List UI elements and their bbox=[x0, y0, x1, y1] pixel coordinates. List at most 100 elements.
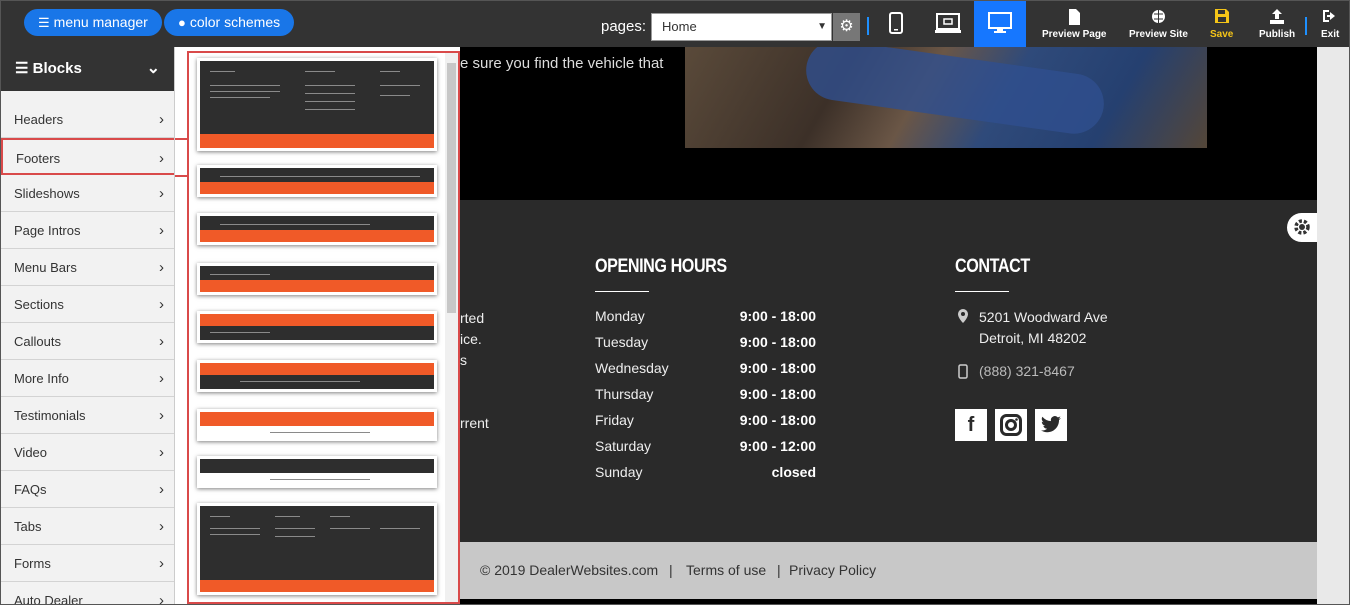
phone-number[interactable]: (888) 321-8467 bbox=[979, 363, 1075, 379]
sidebar-item-menu-bars[interactable]: Menu Bars › bbox=[1, 249, 174, 286]
top-toolbar: ☰ menu manager ● color schemes pages: Home… bbox=[1, 1, 1349, 47]
chevron-right-icon: › bbox=[159, 444, 164, 461]
footer-thumbnail-4[interactable] bbox=[197, 263, 437, 295]
tablet-icon bbox=[935, 13, 961, 33]
opening-hours-title: OPENING HOURS bbox=[595, 256, 727, 277]
twitter-icon[interactable] bbox=[1035, 409, 1067, 441]
blocks-sidebar: ☰ Blocks ⌄ Headers › Footers › Slideshows › Pa… bbox=[1, 47, 175, 605]
sidebar-item-headers[interactable]: Headers › bbox=[1, 101, 174, 138]
tablet-view-button[interactable] bbox=[922, 1, 974, 47]
about-text-fragment: s bbox=[460, 352, 467, 368]
dropdown-arrow-icon: ▼ bbox=[817, 21, 827, 32]
sidebar-item-label: Video bbox=[14, 445, 48, 460]
footer-thumbnails-panel bbox=[187, 51, 460, 604]
sidebar-item-callouts[interactable]: Callouts › bbox=[1, 323, 174, 360]
block-settings-gear-icon[interactable] bbox=[1287, 213, 1317, 242]
chevron-right-icon: › bbox=[159, 407, 164, 424]
sidebar-item-slideshows[interactable]: Slideshows › bbox=[1, 175, 174, 212]
blocks-header[interactable]: ☰ Blocks ⌄ bbox=[1, 47, 174, 91]
sidebar-item-more-info[interactable]: More Info › bbox=[1, 360, 174, 397]
page-settings-gear-icon[interactable]: ⚙ bbox=[833, 13, 860, 41]
desktop-view-button[interactable] bbox=[974, 1, 1026, 47]
hours-day: Monday bbox=[595, 308, 645, 324]
sidebar-item-label: Callouts bbox=[14, 334, 61, 349]
preview-site-button[interactable]: Preview Site bbox=[1129, 9, 1188, 40]
privacy-link[interactable]: Privacy Policy bbox=[789, 562, 876, 578]
footer-thumbnail-5[interactable] bbox=[197, 311, 437, 343]
chevron-right-icon: › bbox=[159, 481, 164, 498]
sidebar-item-faqs[interactable]: FAQs › bbox=[1, 471, 174, 508]
chevron-right-icon: › bbox=[159, 592, 164, 605]
save-button[interactable]: Save bbox=[1210, 9, 1233, 40]
chevron-right-icon: › bbox=[159, 370, 164, 387]
chevron-down-icon: ⌄ bbox=[146, 60, 160, 77]
instagram-icon[interactable] bbox=[995, 409, 1027, 441]
about-text-fragment: rted bbox=[460, 310, 485, 326]
exit-button[interactable]: Exit bbox=[1321, 9, 1339, 40]
menu-icon: ☰ bbox=[38, 15, 50, 30]
sidebar-item-sections[interactable]: Sections › bbox=[1, 286, 174, 323]
sidebar-item-testimonials[interactable]: Testimonials › bbox=[1, 397, 174, 434]
sidebar-item-page-intros[interactable]: Page Intros › bbox=[1, 212, 174, 249]
desktop-icon bbox=[988, 12, 1012, 33]
sidebar-item-label: FAQs bbox=[14, 482, 47, 497]
color-schemes-button[interactable]: ● color schemes bbox=[164, 9, 295, 36]
hours-day: Thursday bbox=[595, 386, 654, 402]
footer-thumbnail-8[interactable] bbox=[197, 456, 437, 488]
mobile-view-button[interactable] bbox=[870, 1, 922, 47]
separator: | bbox=[777, 562, 781, 578]
footer-thumbnail-1[interactable] bbox=[197, 58, 437, 151]
hours-day: Sunday bbox=[595, 464, 643, 480]
sidebar-item-label: Sections bbox=[14, 297, 64, 312]
hours-time: closed bbox=[771, 464, 816, 480]
hours-time: 9:00 - 18:00 bbox=[739, 386, 816, 402]
contact-title: CONTACT bbox=[955, 256, 1030, 277]
thumbnails-scrollbar[interactable] bbox=[445, 53, 458, 602]
sidebar-item-forms[interactable]: Forms › bbox=[1, 545, 174, 582]
page-select[interactable]: Home ▼ bbox=[651, 13, 832, 41]
sidebar-item-video[interactable]: Video › bbox=[1, 434, 174, 471]
terms-link[interactable]: Terms of use bbox=[686, 562, 766, 578]
hero-text: e sure you find the vehicle that bbox=[460, 55, 664, 72]
phone-icon bbox=[958, 364, 968, 384]
preview-page-button[interactable]: Preview Page bbox=[1042, 9, 1106, 40]
upload-icon bbox=[1259, 9, 1295, 29]
toolbar-divider bbox=[1305, 17, 1307, 35]
sidebar-item-label: Slideshows bbox=[14, 186, 80, 201]
sidebar-item-auto-dealer[interactable]: Auto Dealer › bbox=[1, 582, 174, 605]
hours-day: Wednesday bbox=[595, 360, 669, 376]
hero-image bbox=[685, 47, 1207, 148]
hours-time: 9:00 - 18:00 bbox=[739, 360, 816, 376]
sidebar-item-footers[interactable]: Footers › bbox=[1, 138, 174, 175]
hours-day: Tuesday bbox=[595, 334, 649, 350]
blocks-list: Headers › Footers › Slideshows › Page Intros › M… bbox=[1, 101, 174, 605]
footer-thumbnail-2[interactable] bbox=[197, 165, 437, 197]
separator: | bbox=[669, 562, 673, 578]
chevron-right-icon: › bbox=[159, 222, 164, 239]
save-icon bbox=[1210, 9, 1233, 29]
facebook-icon[interactable]: f bbox=[955, 409, 987, 441]
toolbar-divider bbox=[867, 17, 869, 35]
footer-thumbnail-3[interactable] bbox=[197, 213, 437, 245]
chevron-right-icon: › bbox=[159, 111, 164, 128]
footer-thumbnail-6[interactable] bbox=[197, 360, 437, 392]
footer-thumbnail-9[interactable] bbox=[197, 503, 437, 595]
globe-icon bbox=[1129, 9, 1188, 29]
footer-thumbnail-7[interactable] bbox=[197, 409, 437, 441]
scrollbar-thumb[interactable] bbox=[447, 63, 456, 313]
chevron-right-icon: › bbox=[159, 518, 164, 535]
address-line-1: 5201 Woodward Ave bbox=[979, 309, 1108, 325]
menu-manager-button[interactable]: ☰ menu manager bbox=[24, 9, 162, 36]
exit-icon bbox=[1321, 9, 1339, 29]
mobile-icon bbox=[889, 12, 903, 34]
publish-button[interactable]: Publish bbox=[1259, 9, 1295, 40]
file-icon bbox=[1042, 9, 1106, 29]
map-pin-icon bbox=[958, 309, 968, 328]
about-text-fragment: rrent bbox=[460, 415, 489, 431]
chevron-right-icon: › bbox=[159, 296, 164, 313]
page-builder-screen: ☰ menu manager ● color schemes pages: Home… bbox=[0, 0, 1350, 605]
divider bbox=[955, 291, 1009, 292]
sidebar-item-label: Tabs bbox=[14, 519, 42, 534]
sidebar-item-tabs[interactable]: Tabs › bbox=[1, 508, 174, 545]
chevron-right-icon: › bbox=[159, 150, 164, 167]
